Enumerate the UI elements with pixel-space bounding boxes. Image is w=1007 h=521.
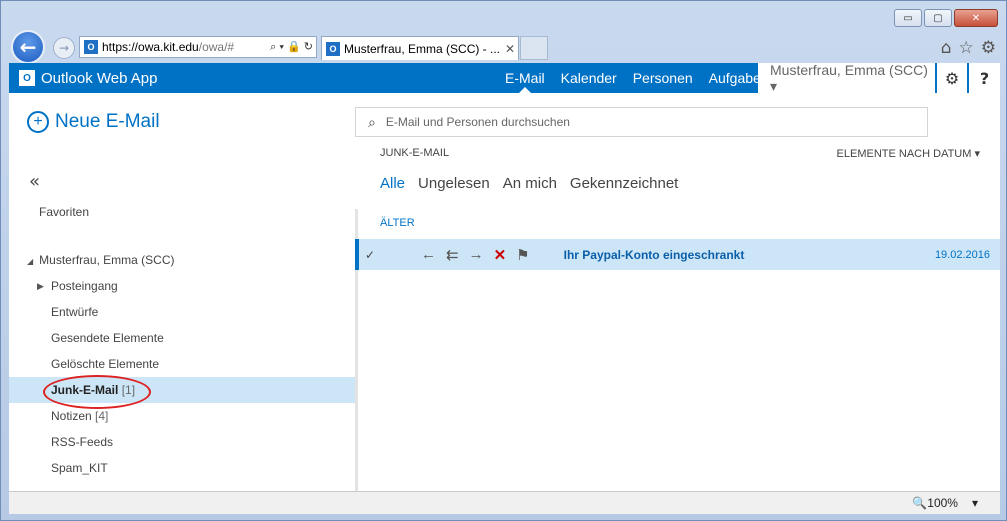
unread-count: [1]: [121, 383, 136, 397]
item-count: [4]: [95, 409, 109, 423]
new-mail-label: Neue E-Mail: [55, 111, 160, 132]
browser-tab[interactable]: O Musterfrau, Emma (SCC) - ... ✕: [321, 36, 519, 60]
folder-pane: + Neue E-Mail « Favoriten ◢ Musterfrau, E…: [9, 93, 355, 491]
filter-all[interactable]: Alle: [380, 175, 405, 192]
favorites-star-icon[interactable]: ☆: [959, 38, 974, 58]
home-icon[interactable]: ⌂: [941, 38, 952, 58]
browser-window: ▭ ▢ ✕ ← → O https://owa.kit.edu/owa/# ⌕ …: [0, 0, 1007, 521]
filter-unread[interactable]: Ungelesen: [418, 175, 490, 192]
user-menu[interactable]: Musterfrau, Emma (SCC) ▾: [758, 62, 935, 94]
nav-people[interactable]: Personen: [625, 63, 701, 93]
message-list-pane: ⌕ E-Mail und Personen durchsuchen JUNK-E…: [355, 93, 1000, 491]
favorites-header[interactable]: Favoriten: [39, 205, 89, 219]
new-tab-button[interactable]: [520, 36, 548, 60]
back-button[interactable]: ←: [11, 30, 45, 64]
search-placeholder: E-Mail und Personen durchsuchen: [385, 115, 570, 129]
owa-nav: E-Mail Kalender Personen Aufgaben: [497, 63, 777, 93]
minimize-button[interactable]: ▭: [894, 9, 922, 27]
folder-spam-kit[interactable]: Spam_KIT: [9, 455, 355, 481]
owa-logo[interactable]: O Outlook Web App: [19, 70, 157, 87]
checkmark-icon[interactable]: ✓: [359, 248, 381, 262]
delete-icon[interactable]: ✕: [494, 246, 507, 264]
address-bar[interactable]: O https://owa.kit.edu/owa/# ⌕ ▾ 🔒 ↻: [79, 36, 317, 58]
message-actions: ← ⇇ → ✕ ⚑: [421, 246, 530, 264]
message-subject: Ihr Paypal-Konto eingeschrankt: [563, 247, 745, 262]
address-url[interactable]: https://owa.kit.edu/owa/#: [102, 40, 267, 54]
address-tools[interactable]: ⌕ ▾ 🔒 ↻: [267, 40, 316, 54]
outlook-favicon-icon: O: [326, 41, 340, 56]
nav-calendar[interactable]: Kalender: [553, 63, 625, 93]
browser-toolbar-icons: ⌂ ☆ ⚙: [941, 38, 996, 58]
help-icon[interactable]: ?: [969, 63, 1000, 93]
forward-button[interactable]: →: [53, 37, 75, 59]
folder-deleted[interactable]: Gelöschte Elemente: [9, 351, 355, 377]
status-bar: 🔍100% ▾: [9, 491, 1000, 514]
message-date: 19.02.2016: [934, 248, 990, 261]
outlook-logo-icon: O: [19, 70, 35, 86]
settings-gear-icon[interactable]: ⚙: [937, 63, 967, 93]
sort-menu[interactable]: ELEMENTE NACH DATUM ▾: [837, 147, 980, 160]
nav-email[interactable]: E-Mail: [497, 63, 553, 93]
zoom-control[interactable]: 🔍100% ▾: [912, 496, 978, 510]
reply-all-icon[interactable]: ⇇: [446, 246, 459, 264]
owa-content: + Neue E-Mail « Favoriten ◢ Musterfrau, E…: [9, 93, 1000, 491]
arrow-right-icon: →: [58, 41, 70, 55]
folder-sent[interactable]: Gesendete Elemente: [9, 325, 355, 351]
folder-title: JUNK-E-MAIL: [380, 147, 450, 159]
chevron-down-icon[interactable]: ▾: [972, 496, 978, 510]
arrow-left-icon: ←: [19, 35, 37, 59]
triangle-right-icon[interactable]: ▶: [37, 273, 44, 299]
folder-notes[interactable]: Notizen [4]: [9, 403, 355, 429]
search-icon: ⌕: [368, 113, 376, 130]
owa-top-bar: O Outlook Web App E-Mail Kalender Person…: [9, 62, 1000, 94]
new-mail-button[interactable]: + Neue E-Mail: [27, 111, 160, 133]
triangle-down-icon[interactable]: ◢: [27, 257, 33, 266]
search-box[interactable]: ⌕ E-Mail und Personen durchsuchen: [355, 107, 928, 137]
tools-gear-icon[interactable]: ⚙: [981, 38, 996, 58]
window-controls: ▭ ▢ ✕: [894, 9, 998, 27]
filter-tabs: Alle Ungelesen An mich Gekennzeichnet: [380, 175, 678, 192]
close-window-button[interactable]: ✕: [954, 9, 998, 27]
flag-icon[interactable]: ⚑: [516, 246, 529, 264]
folder-inbox[interactable]: ▶ Posteingang: [9, 273, 355, 299]
collapse-pane-icon[interactable]: «: [29, 171, 40, 192]
reply-icon[interactable]: ←: [421, 246, 436, 264]
group-header: ÄLTER: [380, 217, 415, 229]
zoom-level: 🔍100%: [912, 496, 958, 510]
app-name: Outlook Web App: [41, 69, 158, 87]
filter-to-me[interactable]: An mich: [503, 175, 557, 192]
tab-title: Musterfrau, Emma (SCC) - ...: [344, 41, 501, 56]
maximize-button[interactable]: ▢: [924, 9, 952, 27]
folder-junk[interactable]: Junk-E-Mail [1]: [9, 377, 355, 403]
forward-icon[interactable]: →: [469, 246, 484, 264]
plus-circle-icon: +: [27, 111, 49, 133]
filter-flagged[interactable]: Gekennzeichnet: [570, 175, 678, 192]
account-node[interactable]: ◢ Musterfrau, Emma (SCC): [27, 253, 175, 267]
tab-close-icon[interactable]: ✕: [502, 42, 518, 56]
outlook-favicon-icon: O: [84, 40, 98, 54]
folder-drafts[interactable]: Entwürfe: [9, 299, 355, 325]
message-row[interactable]: ✓ ← ⇇ → ✕ ⚑ Ihr Paypal-Konto eingeschran…: [355, 239, 1000, 270]
folder-rss[interactable]: RSS-Feeds: [9, 429, 355, 455]
